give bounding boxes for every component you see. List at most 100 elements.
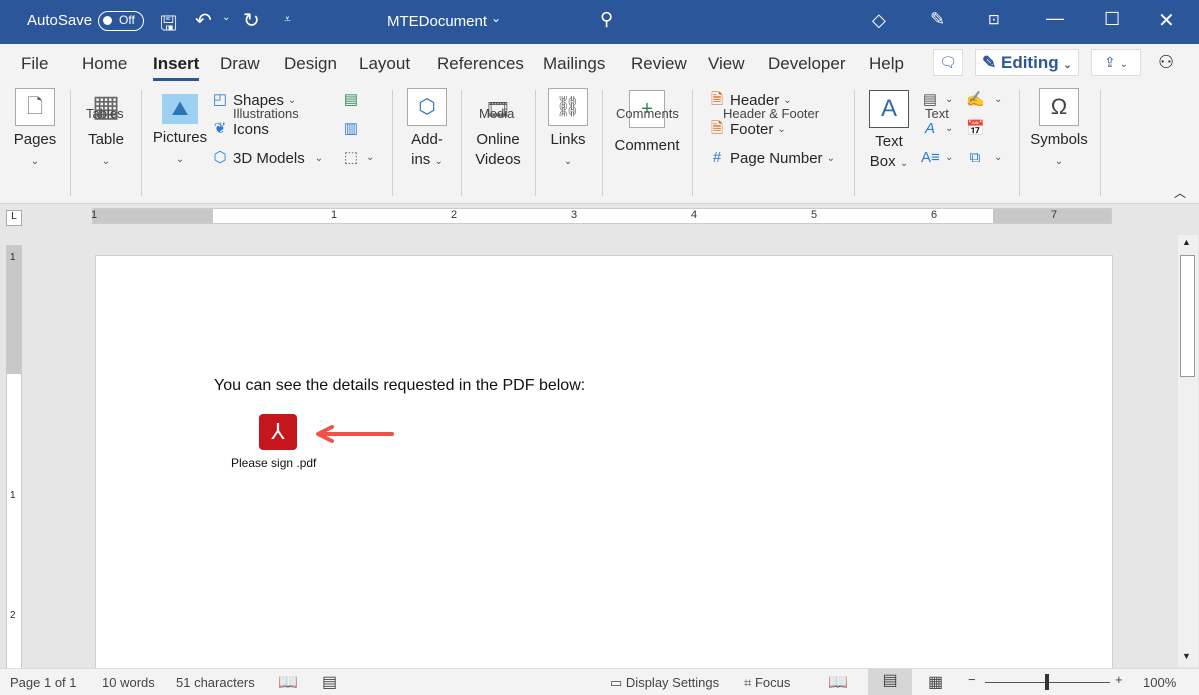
- links-button[interactable]: ⛓Links⌄: [546, 88, 590, 172]
- tab-view[interactable]: View: [708, 54, 745, 74]
- signature-line-icon[interactable]: ✍: [966, 91, 984, 109]
- read-mode-icon[interactable]: 📖: [828, 672, 848, 692]
- zoom-slider-thumb[interactable]: [1045, 674, 1049, 690]
- display-settings-button[interactable]: ▭ Display Settings: [610, 675, 719, 691]
- drop-cap-dropdown-icon[interactable]: ⌄: [945, 152, 953, 163]
- box-label: Box: [870, 153, 896, 170]
- close-icon[interactable]: ✕: [1158, 8, 1175, 33]
- title-bar: AutoSave Off 🖫 ↶ ⌄ ↻ ⩡ MTEDocument ⌄ ⚲ ◇…: [0, 0, 1199, 44]
- page-number-label: Page Number: [730, 150, 823, 167]
- footer-button[interactable]: 🗎Footer⌄: [708, 120, 786, 138]
- pdf-icon[interactable]: ⅄: [259, 414, 297, 450]
- drop-cap-icon[interactable]: A≡: [921, 149, 939, 167]
- zoom-in-icon[interactable]: +: [1115, 672, 1123, 687]
- chart-icon[interactable]: ▥: [342, 120, 360, 138]
- undo-dropdown-icon[interactable]: ⌄: [222, 12, 230, 23]
- maximize-icon[interactable]: ☐: [1104, 9, 1120, 30]
- proofing-icon[interactable]: 📖: [278, 672, 298, 692]
- pdf-attachment-label[interactable]: Please sign .pdf: [231, 456, 316, 470]
- footer-label: Footer: [730, 121, 773, 138]
- text-box-button[interactable]: ATextBox ⌄: [866, 90, 912, 174]
- tab-insert[interactable]: Insert: [153, 54, 199, 74]
- table-label: Table: [88, 131, 124, 148]
- tab-mailings[interactable]: Mailings: [543, 54, 605, 74]
- redo-icon[interactable]: ↻: [243, 8, 260, 33]
- smartart-icon[interactable]: ▤: [342, 91, 360, 109]
- search-icon[interactable]: ⚲: [600, 9, 613, 30]
- ribbon-display-icon[interactable]: ⊡: [988, 11, 1000, 28]
- web-layout-icon[interactable]: ▦: [928, 672, 943, 692]
- tab-references[interactable]: References: [437, 54, 524, 74]
- title-chevron-icon[interactable]: ⌄: [491, 11, 501, 25]
- collapse-ribbon-icon[interactable]: ︿: [1174, 184, 1186, 201]
- word-count[interactable]: 10 words: [102, 675, 155, 690]
- ruler-tick: 1: [10, 252, 16, 263]
- horizontal-ruler[interactable]: 1 1 2 3 4 5 6 7: [92, 208, 1112, 224]
- page-number-button[interactable]: #Page Number⌄: [708, 149, 835, 167]
- autosave-toggle[interactable]: Off: [98, 11, 144, 31]
- autosave-label: AutoSave: [27, 12, 92, 29]
- minimize-icon[interactable]: —: [1046, 8, 1064, 29]
- tab-draw[interactable]: Draw: [220, 54, 260, 74]
- screenshot-dropdown-icon[interactable]: ⌄: [366, 152, 374, 163]
- vertical-scrollbar[interactable]: ▲ ▼: [1178, 235, 1198, 667]
- tab-home[interactable]: Home: [82, 54, 127, 74]
- add-ins-label: Add-: [411, 131, 443, 148]
- 3d-models-button[interactable]: ⬡3D Models⌄: [211, 149, 323, 167]
- footer-icon: 🗎: [708, 120, 726, 138]
- wordart-dropdown-icon[interactable]: ⌄: [945, 123, 953, 134]
- tab-design[interactable]: Design: [284, 54, 337, 74]
- screenshot-icon[interactable]: ⬚: [342, 149, 360, 167]
- date-time-icon[interactable]: 📅: [966, 120, 984, 138]
- save-icon[interactable]: 🖫: [160, 9, 177, 43]
- magic-wand-icon[interactable]: ✎: [930, 9, 945, 30]
- document-page[interactable]: You can see the details requested in the…: [95, 255, 1113, 675]
- undo-icon[interactable]: ↶: [195, 8, 212, 33]
- comment-button[interactable]: +Comment: [612, 90, 682, 156]
- tab-layout[interactable]: Layout: [359, 54, 410, 74]
- scroll-up-icon[interactable]: ▲: [1182, 237, 1191, 247]
- table-button[interactable]: ▦Table⌄: [83, 88, 129, 172]
- tab-selector[interactable]: L: [6, 210, 22, 226]
- quick-parts-dropdown-icon[interactable]: ⌄: [945, 94, 953, 105]
- zoom-out-icon[interactable]: −: [968, 672, 976, 687]
- coauthor-icon[interactable]: ⚇: [1158, 52, 1174, 73]
- symbols-button[interactable]: ΩSymbols⌄: [1028, 88, 1090, 172]
- icons-button[interactable]: ❦Icons: [211, 120, 269, 138]
- ruler-tick: 1: [91, 209, 97, 221]
- object-dropdown-icon[interactable]: ⌄: [994, 152, 1002, 163]
- ruler-tick: 2: [451, 209, 457, 221]
- zoom-level[interactable]: 100%: [1143, 675, 1176, 690]
- accessibility-icon[interactable]: ▤: [322, 672, 337, 692]
- add-ins-label-2: ins: [411, 151, 430, 168]
- character-count[interactable]: 51 characters: [176, 675, 255, 690]
- videos-label: Videos: [475, 151, 521, 168]
- tab-review[interactable]: Review: [631, 54, 687, 74]
- customize-qat-icon[interactable]: ⩡: [284, 12, 291, 27]
- focus-button[interactable]: ⌗ Focus: [744, 675, 790, 691]
- editing-mode-button[interactable]: ✎ Editing ⌄: [975, 49, 1079, 76]
- object-icon[interactable]: ⧉: [966, 149, 984, 167]
- vertical-ruler[interactable]: 1 1 2: [6, 245, 22, 670]
- scroll-thumb[interactable]: [1180, 255, 1195, 377]
- tab-file[interactable]: File: [21, 54, 48, 74]
- text-box-icon: A: [869, 90, 909, 128]
- tab-help[interactable]: Help: [869, 54, 904, 74]
- scroll-down-icon[interactable]: ▼: [1182, 651, 1191, 661]
- document-title[interactable]: MTEDocument: [387, 13, 487, 30]
- comments-button[interactable]: 🗨: [933, 49, 963, 76]
- group-tables: Tables: [86, 106, 124, 121]
- share-button[interactable]: ⇪ ⌄: [1091, 49, 1141, 76]
- print-layout-icon[interactable]: ▤: [868, 669, 912, 695]
- wordart-icon[interactable]: A: [921, 120, 939, 138]
- tab-developer[interactable]: Developer: [768, 54, 846, 74]
- arrow-annotation: [314, 425, 394, 443]
- page-count[interactable]: Page 1 of 1: [10, 675, 77, 690]
- shapes-icon: ◰: [211, 91, 229, 109]
- pages-button[interactable]: 🗋Pages⌄: [12, 88, 58, 172]
- pictures-button[interactable]: ⛰Pictures⌄: [152, 88, 208, 170]
- add-ins-button[interactable]: ⬡Add-ins ⌄: [405, 88, 449, 172]
- display-icon: ▭: [610, 675, 622, 690]
- signature-dropdown-icon[interactable]: ⌄: [994, 94, 1002, 105]
- diamond-icon[interactable]: ◇: [872, 10, 886, 31]
